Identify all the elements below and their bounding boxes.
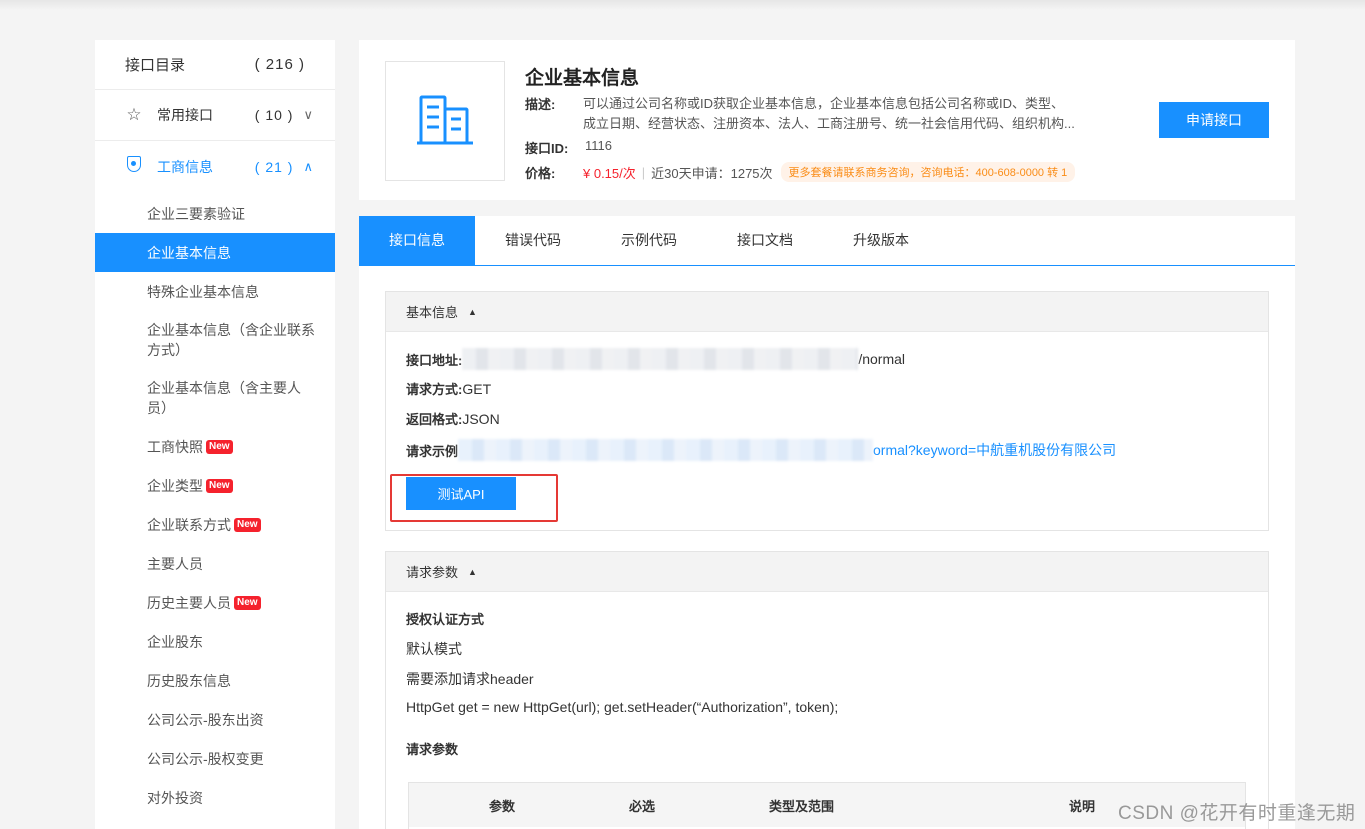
sidebar-item[interactable]: 历史主要人员 New	[95, 583, 335, 622]
sidebar-group-common[interactable]: ☆ 常用接口 ( 10 ) ∨	[95, 90, 335, 141]
api-address-row: 接口地址: /normal	[406, 348, 905, 370]
sidebar-item[interactable]: 企业联系方式 New	[95, 505, 335, 544]
divider: |	[641, 164, 646, 180]
redacted-url	[462, 348, 859, 370]
sidebar-sub-list: 企业三要素验证 企业基本信息 特殊企业基本信息 企业基本信息（含企业联系方式） …	[95, 192, 335, 817]
code-snippet: HttpGet get = new HttpGet(url); get.setH…	[406, 699, 839, 715]
sidebar-item[interactable]: 工商快照 New	[95, 427, 335, 466]
new-badge: New	[206, 439, 233, 454]
column-header: 必选	[629, 798, 656, 814]
test-api-button[interactable]: 测试API	[406, 477, 516, 510]
redacted-url	[458, 439, 874, 461]
sidebar-item-selected[interactable]: 企业基本信息	[95, 233, 335, 272]
request-method-label: 请求方式:	[406, 382, 463, 397]
api-product-card: 企业基本信息 描述: 可以通过公司名称或ID获取企业基本信息，企业基本信息包括公…	[359, 40, 1295, 200]
request-params-panel: 请求参数 ▲ 授权认证方式 默认模式 需要添加请求header HttpGet …	[385, 551, 1269, 829]
api-address-label: 接口地址:	[406, 352, 463, 368]
promo-badge: 更多套餐请联系商务咨询，咨询电话：400-608-0000 转 1	[780, 162, 1076, 182]
shield-icon	[123, 156, 145, 177]
column-header: 类型及范围	[769, 798, 835, 814]
tab-api-info[interactable]: 接口信息	[359, 216, 475, 265]
response-format-label: 返回格式:	[406, 412, 463, 427]
group-label: 工商信息	[157, 158, 213, 175]
basic-info-header[interactable]: 基本信息 ▲	[386, 292, 1268, 332]
recent-requests: 近30天申请：1275次	[651, 165, 773, 181]
column-header: 说明	[1069, 798, 1096, 814]
sidebar-item[interactable]: 企业股东	[95, 622, 335, 661]
detail-tabs: 接口信息 错误代码 示例代码 接口文档 升级版本	[359, 216, 1295, 266]
tab-error-codes[interactable]: 错误代码	[475, 216, 591, 265]
response-format-row: 返回格式: JSON	[406, 409, 500, 428]
sidebar-item[interactable]: 企业类型 New	[95, 466, 335, 505]
apply-api-button[interactable]: 申请接口	[1159, 102, 1269, 138]
building-icon	[385, 61, 505, 181]
catalog-count: ( 216 )	[254, 56, 305, 73]
params-heading: 请求参数	[406, 742, 459, 757]
catalog-title: 接口目录	[125, 57, 186, 74]
api-id-row: 接口ID: 1116	[525, 138, 612, 157]
chevron-down-icon: ∨	[303, 107, 313, 122]
star-icon: ☆	[126, 105, 142, 124]
sidebar-item[interactable]: 主要人员	[95, 544, 335, 583]
chevron-up-icon: ∧	[303, 158, 313, 174]
tab-sample-code[interactable]: 示例代码	[591, 216, 707, 265]
description-label: 描述:	[525, 97, 556, 112]
new-badge: New	[234, 517, 261, 532]
new-badge: New	[234, 595, 261, 610]
collapse-triangle-icon: ▲	[468, 306, 477, 317]
price-row: 价格: ¥ 0.15/次 | 近30天申请：1275次 更多套餐请联系商务咨询，…	[525, 162, 1076, 182]
api-title: 企业基本信息	[525, 68, 640, 89]
group-label: 常用接口	[157, 107, 213, 123]
top-shadow	[0, 0, 1365, 10]
api-id-value: 1116	[585, 138, 612, 153]
request-example-row: 请求示例 ormal?keyword=中航重机股份有限公司	[406, 439, 1116, 461]
csdn-watermark: CSDN @花开有时重逢无期	[1118, 803, 1356, 824]
sidebar-item[interactable]: 历史股东信息	[95, 661, 335, 700]
basic-info-panel: 基本信息 ▲ 接口地址: /normal 请求方式: GET 返回格式: JSO…	[385, 291, 1269, 531]
request-method-row: 请求方式: GET	[406, 379, 491, 398]
sidebar-item[interactable]: 企业基本信息（含主要人员）	[95, 369, 335, 427]
tab-api-docs[interactable]: 接口文档	[707, 216, 823, 265]
api-catalog-sidebar: 接口目录 ( 216 ) ☆ 常用接口 ( 10 ) ∨ 工商信息 ( 21 )…	[95, 40, 335, 829]
api-detail-panel: 接口信息 错误代码 示例代码 接口文档 升级版本 基本信息 ▲ 接口地址: /n…	[359, 216, 1295, 829]
description-row: 描述: 可以通过公司名称或ID获取企业基本信息，企业基本信息包括公司名称或ID、…	[525, 94, 1143, 134]
new-badge: New	[206, 478, 233, 493]
request-params-header[interactable]: 请求参数 ▲	[386, 552, 1268, 592]
catalog-header[interactable]: 接口目录 ( 216 )	[95, 40, 335, 90]
sidebar-item[interactable]: 公司公示-股东出资	[95, 700, 335, 739]
request-example-link[interactable]: ormal?keyword=中航重机股份有限公司	[873, 440, 1116, 460]
auth-heading: 授权认证方式	[406, 612, 485, 627]
price-value: ¥ 0.15/次	[583, 165, 636, 181]
column-header: 参数	[489, 798, 516, 814]
price-label: 价格:	[525, 165, 556, 181]
collapse-triangle-icon: ▲	[468, 566, 477, 577]
sidebar-item[interactable]: 对外投资	[95, 778, 335, 817]
auth-mode: 默认模式	[406, 641, 462, 657]
request-method-value: GET	[462, 380, 492, 397]
request-example-label: 请求示例	[406, 443, 459, 459]
sidebar-item[interactable]: 特殊企业基本信息	[95, 272, 335, 311]
sidebar-group-business[interactable]: 工商信息 ( 21 ) ∧	[95, 141, 335, 192]
sidebar-item[interactable]: 企业基本信息（含企业联系方式）	[95, 311, 335, 369]
api-address-suffix: /normal	[858, 351, 906, 367]
sidebar-item[interactable]: 公司公示-股权变更	[95, 739, 335, 778]
api-id-label: 接口ID:	[525, 141, 569, 156]
group-count: ( 21 )	[254, 158, 294, 175]
group-count: ( 10 )	[254, 107, 294, 123]
sidebar-item[interactable]: 企业三要素验证	[95, 194, 335, 233]
tab-upgrade[interactable]: 升级版本	[823, 216, 939, 265]
description-line: 可以通过公司名称或ID获取企业基本信息，企业基本信息包括公司名称或ID、类型、	[583, 96, 1065, 111]
response-format-value: JSON	[462, 410, 500, 427]
description-line: 成立日期、经营状态、注册资本、法人、工商注册号、统一社会信用代码、组织机构...	[583, 116, 1075, 131]
header-note: 需要添加请求header	[406, 671, 534, 687]
